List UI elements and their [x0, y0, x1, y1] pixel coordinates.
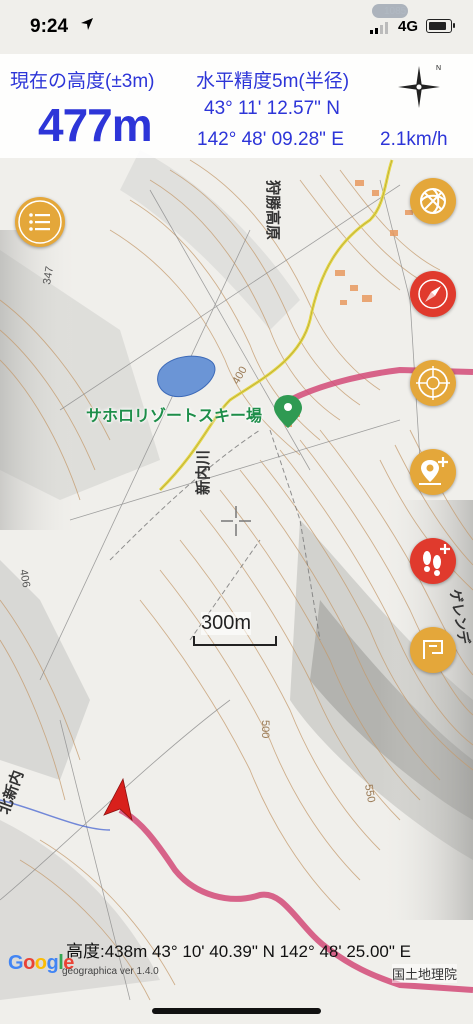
status-time: 9:24	[30, 16, 69, 37]
footprints-plus-icon	[423, 544, 450, 576]
status-bar: 9:24 4G	[0, 0, 473, 54]
list-menu-icon	[18, 200, 62, 244]
place-label-karikachi: 狩勝高原	[264, 180, 282, 240]
poi-label[interactable]: サホロリゾートスキー場	[86, 402, 262, 426]
latitude-value: 43° 11' 12.57" N	[204, 98, 340, 119]
compass-needle-icon	[418, 279, 448, 309]
flag-icon	[423, 640, 443, 659]
pin-plus-icon	[419, 457, 448, 485]
add-footprint-button[interactable]	[410, 538, 456, 584]
map-attribution[interactable]: 国土地理院	[392, 964, 458, 983]
accuracy-label: 水平精度5m(半径)	[196, 71, 350, 92]
spiral-icon	[420, 188, 446, 214]
scale-bar-line	[193, 636, 277, 646]
location-info-panel: 現在の高度(±3m) 477m 水平精度5m(半径) 43° 11' 12.57…	[0, 54, 473, 158]
spiral-button[interactable]	[410, 178, 456, 224]
add-waypoint-button[interactable]	[410, 449, 456, 495]
battery-icon	[426, 19, 452, 33]
signal-bars-icon	[370, 22, 388, 34]
compass-rose-icon[interactable]: N	[392, 60, 446, 114]
crosshair-coordinates: 高度:438m 43° 10' 40.39" N 142° 48' 25.00"…	[66, 942, 411, 961]
app-version: geographica ver 1.4.0	[62, 966, 159, 977]
compass-button[interactable]	[410, 271, 456, 317]
svg-text:N: N	[436, 65, 441, 72]
target-icon	[416, 366, 450, 400]
network-type: 4G	[398, 18, 419, 35]
altitude-label: 現在の高度(±3m)	[10, 71, 155, 92]
altitude-value: 477m	[38, 99, 153, 151]
flag-button[interactable]	[410, 627, 456, 673]
speed-value: 2.1km/h	[380, 129, 448, 150]
home-indicator[interactable]	[152, 1008, 321, 1014]
scale-label: 300m	[201, 612, 252, 635]
target-button[interactable]	[410, 360, 456, 406]
scale-bar: 300m	[193, 612, 277, 648]
battery-tip	[453, 23, 455, 28]
contour-label-500: 500	[259, 720, 271, 738]
menu-button[interactable]	[15, 197, 65, 247]
place-label-shinnai: 新内川	[194, 450, 212, 495]
location-arrow-icon	[81, 18, 93, 30]
longitude-value: 142° 48' 09.28" E	[197, 129, 344, 150]
